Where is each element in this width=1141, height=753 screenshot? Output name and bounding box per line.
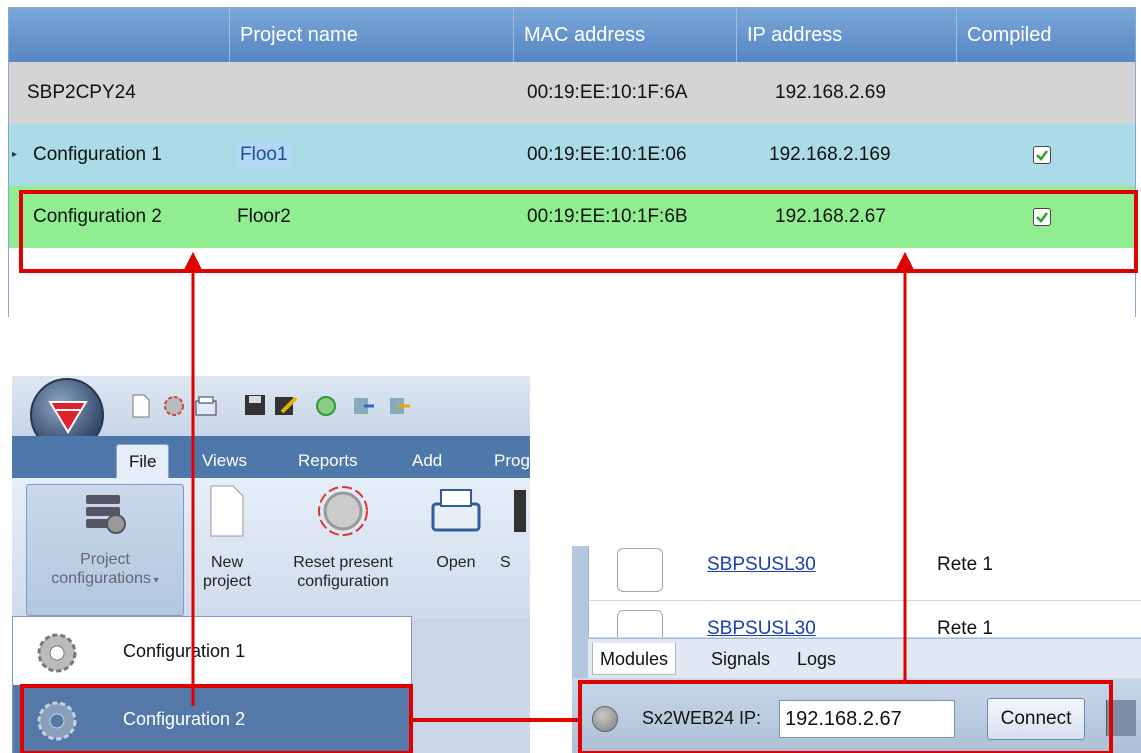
highlight-row-box [19, 190, 1138, 273]
annotation-overlay [19, 190, 1138, 753]
highlight-ip-box [578, 680, 1113, 753]
highlight-dropdown-box [20, 684, 413, 753]
